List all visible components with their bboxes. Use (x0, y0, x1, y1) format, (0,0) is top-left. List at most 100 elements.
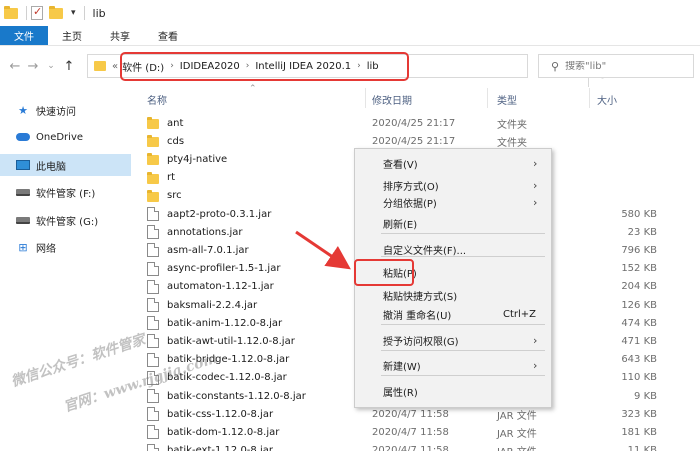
menu-item[interactable]: 查看(V) › (355, 153, 551, 173)
menu-item[interactable]: 刷新(E) (355, 213, 551, 233)
nav-item-drive-f[interactable]: 软件管家 (F:) (0, 181, 131, 203)
file-name: batik-constants-1.12.0-8.jar (167, 390, 306, 402)
menu-item-label: 属性(R) (383, 387, 418, 399)
menu-separator (381, 233, 545, 234)
file-size: 204 KB (621, 281, 657, 293)
address-highlight-box (120, 52, 409, 81)
properties-icon[interactable] (31, 5, 45, 20)
file-name: batik-ext-1.12.0-8.jar (167, 445, 273, 451)
file-size: 110 KB (621, 372, 657, 384)
file-type: JAR 文件 (497, 428, 537, 440)
file-name: batik-anim-1.12.0-8.jar (167, 317, 283, 329)
folder-row[interactable]: ant 2020/4/25 21:17 文件夹 (147, 114, 687, 132)
recent-locations-icon[interactable]: ⌄ (42, 61, 60, 71)
column-divider[interactable] (589, 88, 590, 108)
folder-icon (147, 171, 159, 184)
file-icon (147, 225, 159, 240)
tab-view[interactable]: 查看 (144, 26, 192, 45)
chevron-right-icon: › (533, 358, 538, 372)
window-title: lib (92, 6, 106, 20)
file-icon (147, 425, 159, 440)
file-name: async-profiler-1.5-1.jar (167, 263, 281, 275)
overflow-chevron[interactable]: « (112, 61, 118, 72)
file-size: 643 KB (621, 354, 657, 366)
nav-item-label: 快速访问 (36, 106, 76, 118)
paste-highlight-box (354, 259, 414, 286)
nav-item-drive-g[interactable]: 软件管家 (G:) (0, 209, 131, 231)
menu-separator (381, 324, 545, 325)
nav-item-quick-access[interactable]: ★ 快速访问 (0, 99, 131, 121)
menu-item-label: 自定义文件夹(F)... (383, 245, 467, 257)
quick-access-dropdown[interactable]: ▾ (71, 8, 76, 18)
chevron-right-icon: › (533, 333, 538, 347)
menu-separator (381, 350, 545, 351)
back-icon[interactable]: ← (6, 59, 24, 74)
menu-item[interactable]: 粘贴快捷方式(S) (355, 285, 551, 305)
menu-item[interactable]: 分组依据(P) › (355, 192, 551, 212)
nav-item-this-pc[interactable]: 此电脑 (0, 154, 131, 176)
chevron-right-icon: › (533, 156, 538, 170)
file-size: 323 KB (621, 408, 657, 420)
new-folder-icon[interactable] (49, 6, 63, 20)
folder-icon (147, 135, 159, 148)
file-size: 580 KB (621, 208, 657, 220)
file-type: 文件夹 (497, 137, 527, 149)
file-size: 23 KB (627, 226, 657, 238)
search-box[interactable]: ⚲ (538, 54, 694, 78)
menu-item[interactable]: 授予访问权限(G) › (355, 330, 551, 350)
forward-icon[interactable]: → (24, 59, 42, 74)
search-input[interactable] (565, 60, 676, 72)
menu-separator (381, 375, 545, 376)
menu-item[interactable]: 新建(W) › (355, 355, 551, 375)
chevron-right-icon: › (533, 195, 538, 209)
menu-item-label: 授予访问权限(G) (383, 336, 459, 348)
column-divider[interactable] (487, 88, 488, 108)
file-size: 9 KB (634, 390, 657, 402)
nav-item-network[interactable]: ⊞ 网络 (0, 236, 131, 258)
column-divider[interactable] (365, 88, 366, 108)
file-name: batik-awt-util-1.12.0-8.jar (167, 335, 295, 347)
column-header-type[interactable]: 类型 (497, 92, 517, 107)
divider (83, 6, 85, 20)
drive-icon (16, 186, 30, 198)
star-icon: ★ (18, 103, 28, 117)
menu-item[interactable]: 属性(R) (355, 381, 551, 401)
file-size: 126 KB (621, 299, 657, 311)
nav-item-onedrive[interactable]: OneDrive (0, 126, 131, 148)
file-name: src (167, 190, 182, 202)
file-name: aapt2-proto-0.3.1.jar (167, 208, 272, 220)
divider (26, 6, 27, 20)
file-icon (147, 261, 159, 276)
drive-icon (16, 214, 30, 226)
file-row[interactable]: batik-ext-1.12.0-8.jar 2020/4/7 11:58 JAR … (147, 442, 687, 451)
file-icon (147, 352, 159, 367)
menu-item-label: 查看(V) (383, 159, 418, 171)
folder-icon (94, 61, 106, 71)
pc-icon (16, 159, 30, 171)
menu-item-label: 刷新(E) (383, 219, 418, 231)
tab-share[interactable]: 共享 (96, 26, 144, 45)
column-header-size[interactable]: 大小 (597, 92, 617, 107)
search-icon: ⚲ (551, 59, 560, 73)
file-type: JAR 文件 (497, 443, 537, 451)
menu-item[interactable]: 撤消 重命名(U) Ctrl+Z (355, 304, 551, 324)
column-header-name[interactable]: 名称 (147, 92, 167, 107)
file-icon (147, 243, 159, 258)
file-date: 2020/4/7 11:58 (372, 426, 449, 438)
tab-file[interactable]: 文件 (0, 26, 48, 45)
nav-item-label: 软件管家 (F:) (36, 188, 96, 200)
nav-item-label: OneDrive (36, 131, 84, 143)
menu-item-label: 分组依据(P) (383, 198, 437, 210)
file-type: JAR 文件 (497, 410, 537, 422)
file-icon (147, 298, 159, 312)
column-header-date[interactable]: 修改日期 (372, 92, 412, 107)
title-bar: ▾ lib (0, 0, 700, 26)
tab-home[interactable]: 主页 (48, 26, 96, 45)
nav-item-label: 软件管家 (G:) (36, 216, 99, 228)
file-row[interactable]: batik-dom-1.12.0-8.jar 2020/4/7 11:58 JAR … (147, 423, 687, 441)
file-name: cds (167, 135, 185, 147)
up-icon[interactable]: ↑ (60, 59, 78, 74)
menu-separator (381, 256, 545, 257)
file-date: 2020/4/25 21:17 (372, 135, 456, 147)
file-name: asm-all-7.0.1.jar (167, 244, 249, 256)
